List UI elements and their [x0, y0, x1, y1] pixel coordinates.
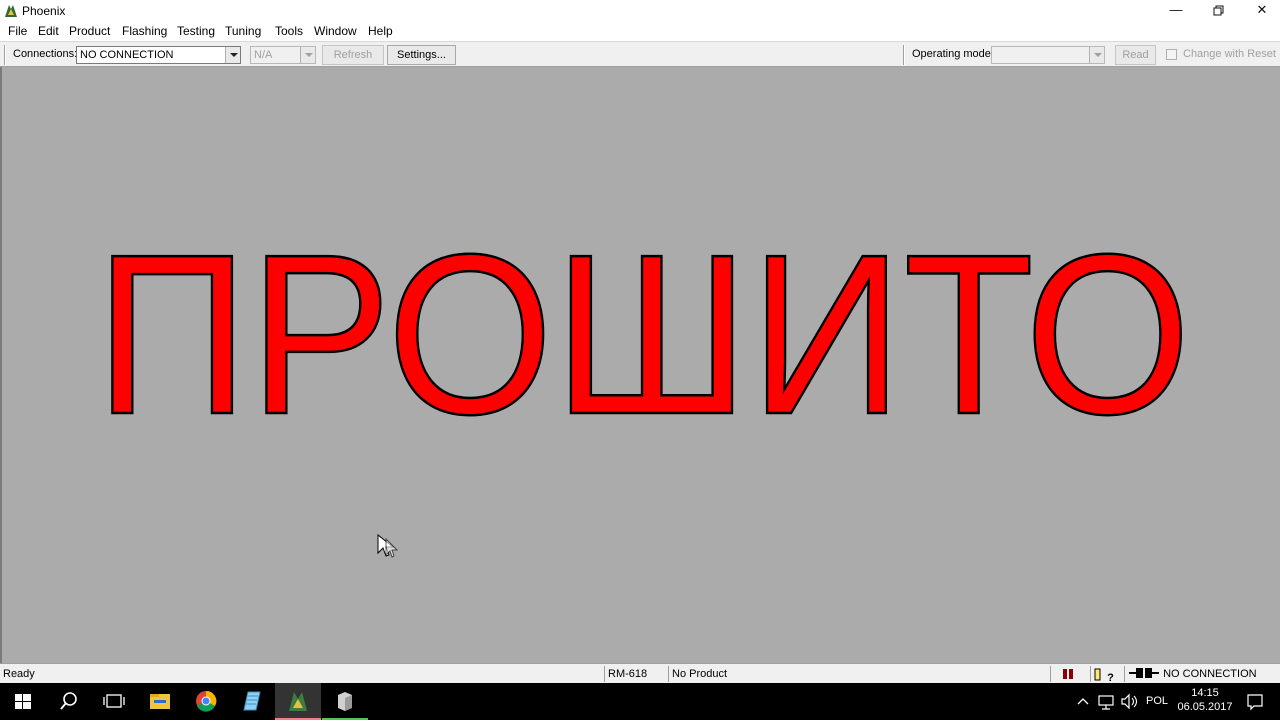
menu-file[interactable]: File	[7, 24, 28, 38]
phoenix-icon	[289, 692, 307, 711]
title-bar: Phoenix — ✕	[0, 0, 1280, 22]
toolbar-grip	[4, 45, 6, 65]
close-button[interactable]: ✕	[1240, 0, 1280, 22]
status-help: ?	[1090, 666, 1124, 684]
app-icon-box	[338, 692, 352, 711]
chevron-down-icon	[225, 47, 240, 63]
windows-start-icon	[15, 694, 31, 709]
battery-icon	[1094, 668, 1101, 681]
language-indicator[interactable]: POL	[1146, 683, 1168, 720]
volume-button[interactable]	[1119, 683, 1139, 720]
window-title: Phoenix	[22, 4, 66, 18]
overlay-text: ПРОШИТО	[95, 208, 1191, 462]
status-product: No Product	[668, 666, 1050, 682]
taskbar-app-box[interactable]	[322, 683, 368, 720]
status-indicator	[1050, 666, 1090, 682]
change-with-reset-label: Change with Reset	[1183, 48, 1276, 60]
network-button[interactable]	[1096, 683, 1116, 720]
connection-select-value: NO CONNECTION	[80, 49, 174, 61]
action-center-button[interactable]	[1242, 683, 1268, 720]
na-select[interactable]: N/A	[250, 46, 316, 64]
status-bar: Ready RM-618 No Product ? NO CONNECTION	[0, 663, 1280, 684]
menu-edit[interactable]: Edit	[37, 24, 60, 38]
menu-help[interactable]: Help	[367, 24, 394, 38]
refresh-button[interactable]: Refresh	[322, 45, 384, 65]
menu-tools[interactable]: Tools	[274, 24, 304, 38]
taskbar-chrome[interactable]	[183, 683, 229, 720]
connection-toolbar: Connections: NO CONNECTION N/A Refresh S…	[0, 41, 1280, 67]
phoenix-app-icon	[5, 5, 17, 17]
clock[interactable]: 14:15 06.05.2017	[1172, 683, 1238, 720]
operating-mode-select[interactable]	[991, 46, 1105, 64]
restore-icon	[1213, 5, 1224, 16]
close-icon: ✕	[1256, 2, 1268, 17]
file-explorer-icon	[150, 694, 170, 709]
status-ready: Ready	[3, 668, 35, 680]
menu-window[interactable]: Window	[313, 24, 358, 38]
chevron-down-icon	[1089, 47, 1104, 63]
restore-button[interactable]	[1197, 0, 1241, 22]
task-view-button[interactable]	[91, 683, 137, 720]
mouse-cursor-icon	[377, 533, 398, 558]
connection-select[interactable]: NO CONNECTION	[76, 46, 241, 64]
pause-icon	[1063, 669, 1073, 679]
change-with-reset-checkbox[interactable]	[1166, 49, 1177, 60]
plug-icon	[1129, 668, 1159, 678]
notification-icon	[1247, 694, 1263, 711]
menu-testing[interactable]: Testing	[176, 24, 216, 38]
app-icon-blue	[243, 691, 261, 711]
chevron-up-icon	[1077, 698, 1089, 705]
menu-bar: File Edit Product Flashing Testing Tunin…	[0, 22, 1280, 41]
taskbar-app-blue[interactable]	[229, 683, 275, 720]
clock-time: 14:15	[1191, 687, 1219, 699]
operating-mode-label: Operating mode:	[912, 48, 994, 60]
menu-product[interactable]: Product	[68, 24, 111, 38]
taskbar-phoenix[interactable]	[275, 683, 321, 720]
volume-icon	[1121, 693, 1138, 710]
connections-label: Connections:	[13, 48, 78, 60]
toolbar-separator	[903, 45, 905, 65]
chevron-down-icon	[300, 47, 315, 63]
mdi-workspace: ПРОШИТО	[0, 67, 1280, 663]
show-hidden-icons-button[interactable]	[1074, 683, 1092, 720]
minimize-button[interactable]: —	[1154, 0, 1198, 22]
chrome-icon	[196, 690, 217, 712]
menu-flashing[interactable]: Flashing	[121, 24, 168, 38]
settings-button[interactable]: Settings...	[387, 45, 456, 65]
menu-tuning[interactable]: Tuning	[224, 24, 262, 38]
taskbar-file-explorer[interactable]	[137, 683, 183, 720]
task-view-icon	[103, 694, 125, 708]
clock-date: 06.05.2017	[1177, 701, 1233, 713]
windows-taskbar: POL 14:15 06.05.2017	[0, 683, 1280, 720]
status-connection-text: NO CONNECTION	[1163, 668, 1257, 680]
minimize-icon: —	[1169, 2, 1183, 17]
start-button[interactable]	[0, 683, 46, 720]
search-button[interactable]	[46, 683, 92, 720]
read-button[interactable]: Read	[1115, 45, 1156, 65]
na-select-value: N/A	[254, 49, 273, 61]
overlay-banner: ПРОШИТО	[94, 207, 1193, 464]
status-model: RM-618	[604, 666, 668, 682]
search-icon	[60, 692, 77, 710]
network-icon	[1098, 695, 1114, 710]
status-connection: NO CONNECTION	[1124, 666, 1280, 682]
